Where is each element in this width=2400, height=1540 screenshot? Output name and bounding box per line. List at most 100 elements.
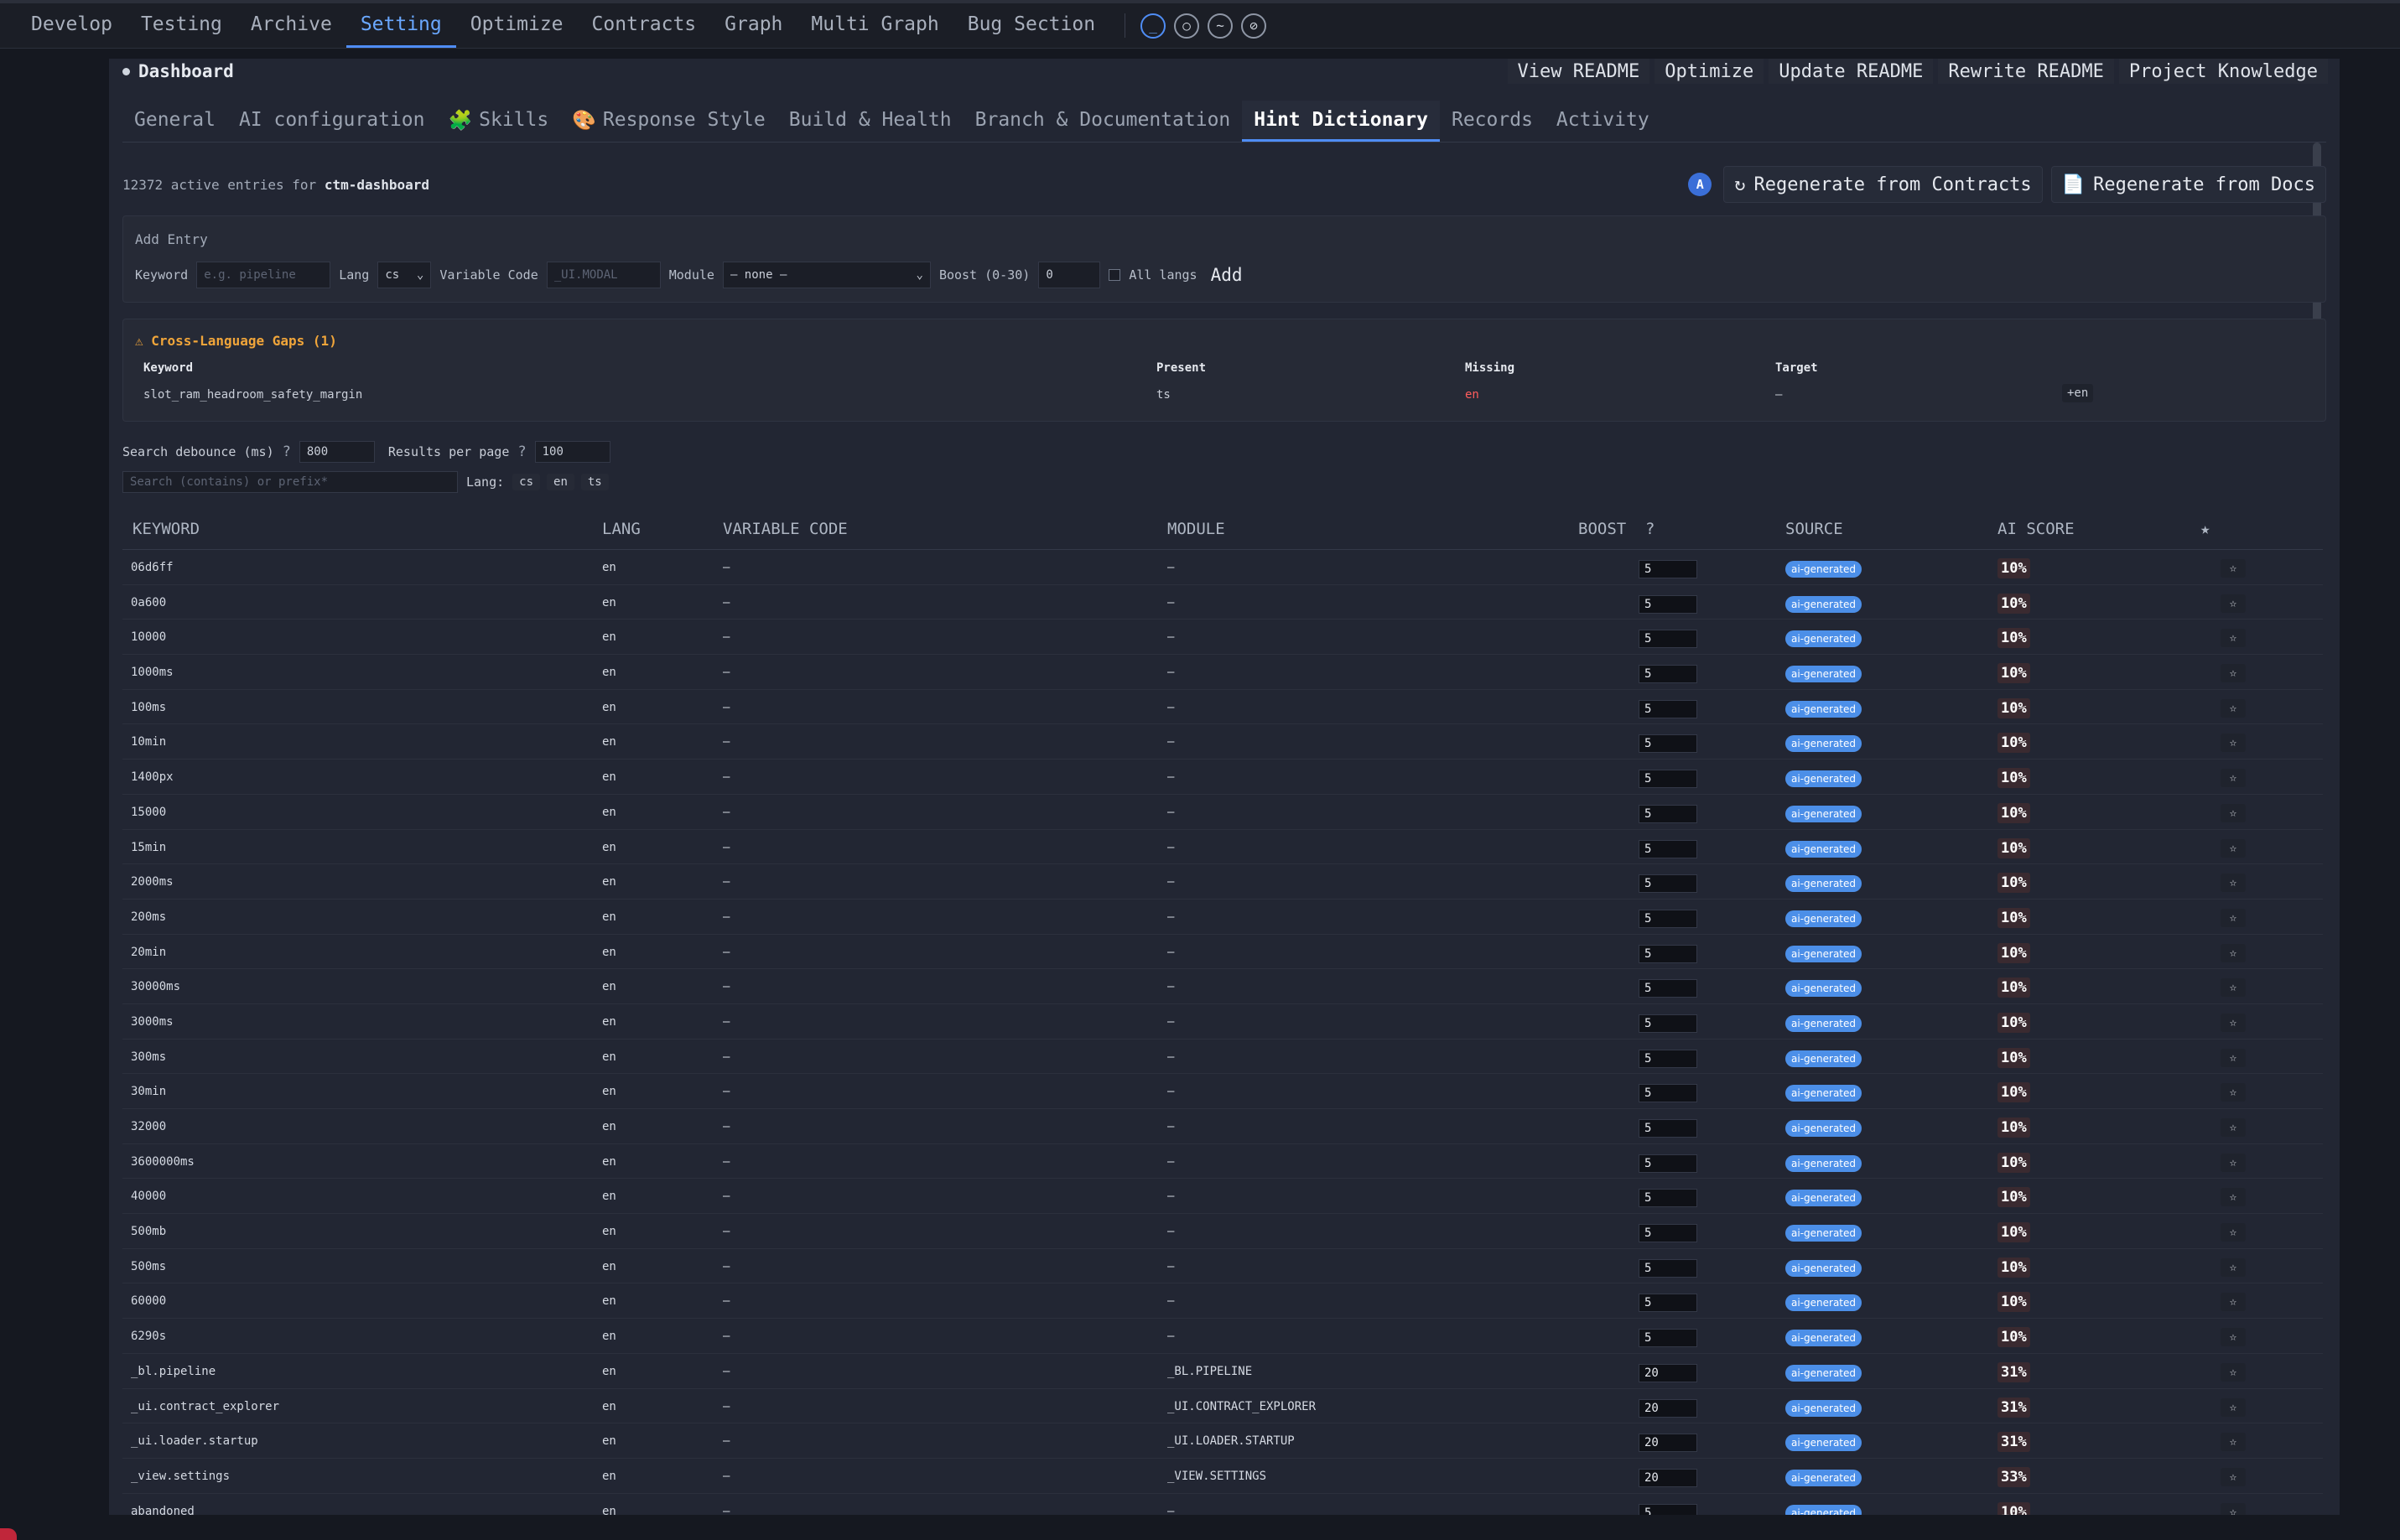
star-icon[interactable]: ☆ xyxy=(2221,1502,2246,1515)
project-knowledge-button[interactable]: Project Knowledge xyxy=(2118,59,2328,84)
col-boost[interactable]: BOOST xyxy=(1578,520,1626,538)
boost-input[interactable] xyxy=(1639,804,1697,823)
tab-activity[interactable]: Activity xyxy=(1545,101,1661,142)
star-icon[interactable]: ☆ xyxy=(2221,838,2246,858)
nav-item-optimize[interactable]: Optimize xyxy=(456,3,578,48)
regenerate-from-docs-button[interactable]: 📄 Regenerate from Docs xyxy=(2050,166,2326,203)
star-icon[interactable]: ☆ xyxy=(2221,908,2246,927)
nav-item-contracts[interactable]: Contracts xyxy=(578,3,711,48)
boost-input[interactable] xyxy=(1639,1154,1697,1173)
star-icon[interactable]: ☆ xyxy=(2221,943,2246,962)
link-icon[interactable]: ⊘ xyxy=(1241,13,1267,39)
boost-input[interactable] xyxy=(1639,1189,1697,1208)
star-icon[interactable]: ☆ xyxy=(2221,559,2246,578)
variable-code-input[interactable] xyxy=(546,262,661,288)
star-icon[interactable]: ☆ xyxy=(2221,734,2246,753)
boost-input[interactable] xyxy=(1639,1434,1697,1453)
star-icon[interactable]: ☆ xyxy=(2221,1467,2246,1486)
star-icon[interactable]: ☆ xyxy=(2221,1118,2246,1137)
help-icon[interactable]: ? xyxy=(1645,520,1655,538)
avatar[interactable]: A xyxy=(1688,173,1712,196)
minimize-icon[interactable]: _ xyxy=(1140,13,1166,39)
tab-records[interactable]: Records xyxy=(1440,101,1545,142)
boost-input[interactable] xyxy=(1639,560,1697,578)
star-icon[interactable]: ☆ xyxy=(2221,629,2246,648)
star-icon[interactable]: ☆ xyxy=(2221,1083,2246,1102)
boost-input[interactable] xyxy=(1639,1363,1697,1382)
results-per-page-input[interactable] xyxy=(534,441,610,463)
boost-input[interactable] xyxy=(1639,1294,1697,1313)
star-icon[interactable]: ☆ xyxy=(2221,698,2246,718)
boost-input[interactable] xyxy=(1639,1014,1697,1033)
nav-item-archive[interactable]: Archive xyxy=(236,3,346,48)
col-ai-score[interactable]: AI SCORE xyxy=(1997,520,2075,538)
rewrite-readme-button[interactable]: Rewrite README xyxy=(1938,59,2114,84)
module-select[interactable]: — none — ⌄ xyxy=(722,262,931,288)
tab-ai-configuration[interactable]: AI configuration xyxy=(227,101,437,142)
col-source[interactable]: SOURCE xyxy=(1785,520,1843,538)
lang-filter-ts[interactable]: ts xyxy=(580,474,609,490)
boost-input[interactable] xyxy=(1639,909,1697,928)
circle-icon[interactable]: ○ xyxy=(1174,13,1200,39)
tab-response-style[interactable]: 🎨 Response Style xyxy=(560,101,777,142)
boost-input[interactable] xyxy=(1639,1503,1697,1515)
add-missing-lang-button[interactable]: +en xyxy=(2062,384,2094,402)
boost-input[interactable] xyxy=(1639,1084,1697,1103)
tab-build-health[interactable]: Build & Health xyxy=(777,101,964,142)
col-lang[interactable]: LANG xyxy=(602,520,641,538)
help-icon[interactable]: ? xyxy=(283,443,291,460)
update-readme-button[interactable]: Update README xyxy=(1769,59,1934,84)
star-icon[interactable]: ☆ xyxy=(2221,1397,2246,1417)
col-keyword[interactable]: KEYWORD xyxy=(132,520,200,538)
boost-input[interactable] xyxy=(1639,1119,1697,1138)
lang-filter-cs[interactable]: cs xyxy=(512,474,541,490)
boost-input[interactable] xyxy=(1639,594,1697,614)
star-icon[interactable]: ☆ xyxy=(2221,1257,2246,1277)
boost-input[interactable] xyxy=(1639,699,1697,718)
boost-input[interactable] xyxy=(1639,944,1697,963)
boost-input[interactable] xyxy=(1639,1329,1697,1348)
boost-input[interactable] xyxy=(1639,665,1697,684)
add-entry-button[interactable]: Add xyxy=(1206,265,1248,285)
regenerate-from-contracts-button[interactable]: ↻ Regenerate from Contracts xyxy=(1723,166,2043,203)
help-icon[interactable]: ? xyxy=(517,443,526,460)
boost-input[interactable] xyxy=(1038,262,1101,288)
lang-select[interactable]: cs ⌄ xyxy=(377,262,432,288)
view-readme-button[interactable]: View README xyxy=(1507,59,1650,84)
search-input[interactable] xyxy=(122,471,458,493)
star-icon[interactable]: ☆ xyxy=(2221,1433,2246,1452)
wave-icon[interactable]: ~ xyxy=(1208,13,1234,39)
boost-input[interactable] xyxy=(1639,1468,1697,1487)
star-icon[interactable]: ☆ xyxy=(2221,874,2246,893)
boost-input[interactable] xyxy=(1639,630,1697,649)
boost-input[interactable] xyxy=(1639,1258,1697,1278)
optimize-button[interactable]: Optimize xyxy=(1655,59,1764,84)
keyword-input[interactable] xyxy=(196,262,331,288)
star-icon[interactable]: ☆ xyxy=(2221,1048,2246,1067)
all-langs-checkbox[interactable] xyxy=(1109,269,1121,281)
boost-input[interactable] xyxy=(1639,734,1697,754)
star-icon[interactable]: ★ xyxy=(2200,520,2210,538)
lang-filter-en[interactable]: en xyxy=(547,474,574,490)
star-icon[interactable]: ☆ xyxy=(2221,769,2246,788)
star-icon[interactable]: ☆ xyxy=(2221,1188,2246,1207)
boost-input[interactable] xyxy=(1639,1049,1697,1068)
boost-input[interactable] xyxy=(1639,839,1697,858)
nav-item-setting[interactable]: Setting xyxy=(345,3,456,48)
star-icon[interactable]: ☆ xyxy=(2221,594,2246,613)
nav-item-multi-graph[interactable]: Multi Graph xyxy=(797,3,953,48)
star-icon[interactable]: ☆ xyxy=(2221,664,2246,683)
tab-hint-dictionary[interactable]: Hint Dictionary xyxy=(1242,101,1440,142)
nav-item-bug-section[interactable]: Bug Section xyxy=(953,3,1109,48)
col-module[interactable]: MODULE xyxy=(1167,520,1225,538)
star-icon[interactable]: ☆ xyxy=(2221,1362,2246,1382)
tab-skills[interactable]: 🧩 Skills xyxy=(437,101,561,142)
boost-input[interactable] xyxy=(1639,979,1697,998)
star-icon[interactable]: ☆ xyxy=(2221,1328,2246,1347)
star-icon[interactable]: ☆ xyxy=(2221,1293,2246,1312)
boost-input[interactable] xyxy=(1639,1398,1697,1418)
boost-input[interactable] xyxy=(1639,1224,1697,1243)
tab-general[interactable]: General xyxy=(122,101,227,142)
star-icon[interactable]: ☆ xyxy=(2221,1013,2246,1032)
star-icon[interactable]: ☆ xyxy=(2221,1223,2246,1242)
